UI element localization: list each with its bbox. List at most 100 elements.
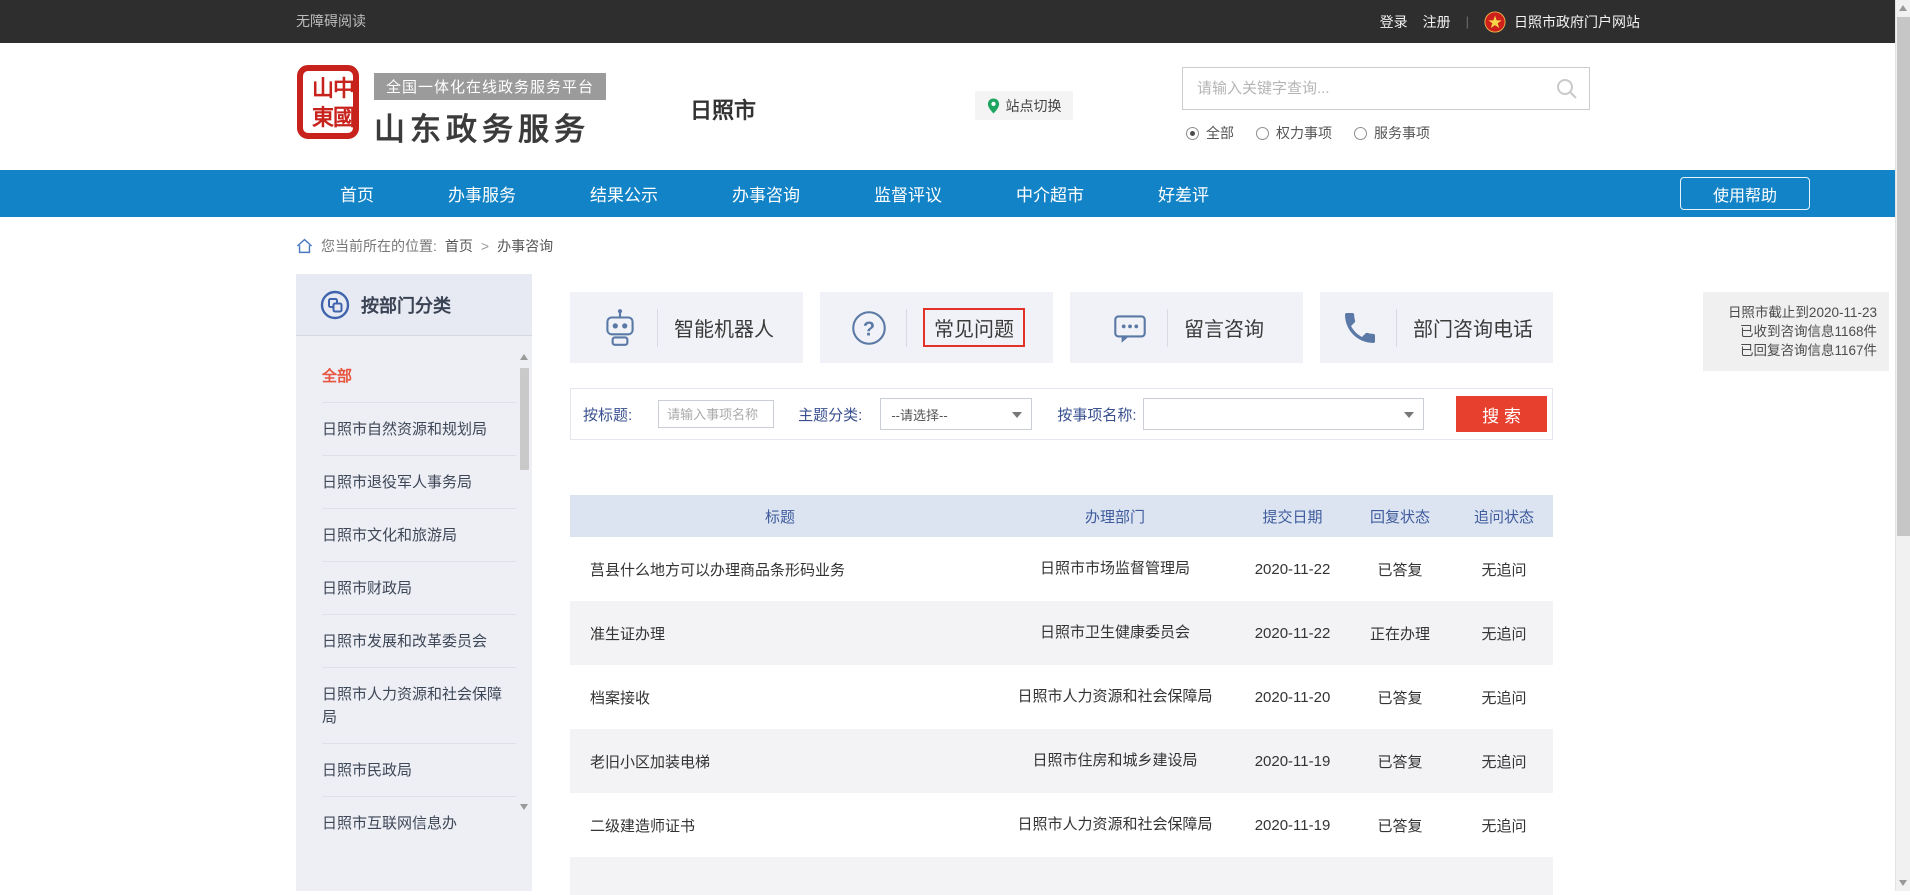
login-link[interactable]: 登录	[1380, 12, 1408, 32]
sidebar-scrollbar[interactable]	[520, 352, 529, 822]
page-scrollbar[interactable]	[1895, 0, 1910, 891]
table-row[interactable]: 档案接收日照市人力资源和社会保障局2020-11-20已答复无追问	[570, 665, 1553, 729]
sidebar-title: 按部门分类	[361, 292, 451, 318]
svg-text:中: 中	[333, 76, 355, 101]
cell-title[interactable]: 准生证办理	[570, 601, 990, 665]
sidebar-item[interactable]: 日照市互联网信息办	[322, 797, 532, 850]
scroll-up-icon[interactable]	[520, 354, 528, 360]
scope-label: 权力事项	[1276, 123, 1332, 143]
tab-label: 智能机器人	[674, 313, 774, 342]
item-name-select[interactable]	[1143, 398, 1424, 430]
topic-select-value: --请选择--	[891, 405, 947, 424]
sidebar-header: 按部门分类	[296, 274, 532, 336]
tab-phone-consult[interactable]: 部门咨询电话	[1320, 292, 1553, 363]
sidebar-item[interactable]: 日照市退役军人事务局	[322, 456, 532, 509]
nav-item[interactable]: 首页	[340, 181, 374, 206]
sidebar-item[interactable]: 日照市民政局	[322, 744, 532, 797]
nav-item[interactable]: 监督评议	[874, 181, 942, 206]
radio-icon[interactable]	[1186, 127, 1199, 140]
site-switch-button[interactable]: 站点切换	[975, 91, 1073, 120]
department-list: 全部日照市自然资源和规划局日照市退役军人事务局日照市文化和旅游局日照市财政局日照…	[296, 336, 532, 850]
svg-text:?: ?	[863, 318, 875, 340]
brand-title: 山东政务服务	[374, 104, 606, 149]
sidebar-item[interactable]: 日照市自然资源和规划局	[322, 403, 532, 456]
table-row-partial	[570, 857, 1553, 895]
topic-select[interactable]: --请选择--	[880, 398, 1032, 430]
scroll-up-icon[interactable]	[1899, 5, 1907, 11]
search-scope[interactable]: 权力事项	[1256, 123, 1332, 143]
city-name: 日照市	[690, 93, 756, 125]
cell-title[interactable]: 档案接收	[570, 665, 990, 729]
radio-icon[interactable]	[1354, 127, 1367, 140]
help-button[interactable]: 使用帮助	[1680, 177, 1810, 210]
search-icon[interactable]	[1555, 77, 1579, 101]
cell-follow-status: 无追问	[1455, 601, 1553, 665]
cell-date: 2020-11-20	[1240, 665, 1345, 729]
col-department: 办理部门	[990, 495, 1240, 537]
tab-smart-robot[interactable]: 智能机器人	[570, 292, 803, 363]
accessibility-link[interactable]: 无障碍阅读	[296, 0, 366, 43]
filter-title-input[interactable]	[658, 400, 774, 428]
location-pin-icon	[987, 98, 1000, 114]
cell-reply-status: 已答复	[1345, 665, 1455, 729]
stats-line: 已回复咨询信息1167件	[1715, 341, 1877, 360]
department-sidebar: 按部门分类 全部日照市自然资源和规划局日照市退役军人事务局日照市文化和旅游局日照…	[296, 274, 532, 891]
nav-item[interactable]: 办事服务	[448, 181, 516, 206]
col-follow-status: 追问状态	[1455, 495, 1553, 537]
sidebar-item[interactable]: 日照市财政局	[322, 562, 532, 615]
table-row[interactable]: 二级建造师证书日照市人力资源和社会保障局2020-11-19已答复无追问	[570, 793, 1553, 857]
breadcrumb-current[interactable]: 办事咨询	[497, 236, 553, 256]
cell-department: 日照市市场监督管理局	[990, 537, 1240, 601]
nav-item[interactable]: 中介超市	[1016, 181, 1084, 206]
cell-title[interactable]: 老旧小区加装电梯	[570, 729, 990, 793]
consult-tabs: 智能机器人 ? 常见问题 留言咨询	[570, 292, 1553, 363]
category-icon	[320, 290, 350, 320]
cell-title[interactable]: 莒县什么地方可以办理商品条形码业务	[570, 537, 990, 601]
svg-text:東: 東	[312, 105, 334, 130]
search-button[interactable]: 搜 索	[1456, 396, 1547, 432]
platform-tagline: 全国一体化在线政务服务平台	[374, 73, 606, 100]
table-row[interactable]: 老旧小区加装电梯日照市住房和城乡建设局2020-11-19已答复无追问	[570, 729, 1553, 793]
sidebar-item[interactable]: 全部	[322, 350, 532, 403]
cell-department: 日照市住房和城乡建设局	[990, 729, 1240, 793]
national-emblem-icon	[1484, 11, 1506, 33]
sidebar-item[interactable]: 日照市人力资源和社会保障局	[322, 668, 532, 744]
sidebar-scroll-thumb[interactable]	[520, 368, 529, 470]
robot-icon	[599, 307, 641, 349]
portal-name: 日照市政府门户网站	[1514, 12, 1640, 32]
breadcrumb-home[interactable]: 首页	[445, 236, 473, 256]
scope-label: 服务事项	[1374, 123, 1430, 143]
cell-title[interactable]: 二级建造师证书	[570, 793, 990, 857]
site-logo[interactable]: 山 中 東 國 全国一体化在线政务服务平台 山东政务服务	[296, 63, 606, 149]
table-header-row: 标题 办理部门 提交日期 回复状态 追问状态	[570, 495, 1553, 537]
portal-link[interactable]: 日照市政府门户网站	[1484, 11, 1640, 33]
nav-item[interactable]: 办事咨询	[732, 181, 800, 206]
nav-item[interactable]: 结果公示	[590, 181, 658, 206]
table-row[interactable]: 莒县什么地方可以办理商品条形码业务日照市市场监督管理局2020-11-22已答复…	[570, 537, 1553, 601]
cell-date: 2020-11-22	[1240, 537, 1345, 601]
sidebar-item[interactable]: 日照市发展和改革委员会	[322, 615, 532, 668]
site-switch-label: 站点切换	[1006, 96, 1062, 116]
register-link[interactable]: 注册	[1423, 12, 1451, 32]
keyword-search-input[interactable]	[1183, 68, 1523, 109]
card-divider	[657, 309, 658, 347]
shandong-seal-icon: 山 中 東 國	[296, 63, 360, 141]
search-scope[interactable]: 服务事项	[1354, 123, 1430, 143]
tab-message-consult[interactable]: 留言咨询	[1070, 292, 1303, 363]
nav-item[interactable]: 好差评	[1158, 181, 1209, 206]
nav-items: 首页 办事服务 结果公示 办事咨询 监督评议 中介超市 好差评	[340, 170, 1209, 217]
breadcrumb-separator: >	[481, 238, 489, 254]
radio-icon[interactable]	[1256, 127, 1269, 140]
scroll-down-icon[interactable]	[520, 804, 528, 810]
filter-title-label: 按标题:	[583, 404, 632, 425]
stats-line: 日照市截止到2020-11-23	[1715, 303, 1877, 322]
table-row[interactable]: 准生证办理日照市卫生健康委员会2020-11-22正在办理无追问	[570, 601, 1553, 665]
sidebar-item[interactable]: 日照市文化和旅游局	[322, 509, 532, 562]
search-scope[interactable]: 全部	[1186, 123, 1234, 143]
scroll-down-icon[interactable]	[1899, 880, 1907, 886]
col-date: 提交日期	[1240, 495, 1345, 537]
svg-text:國: 國	[333, 105, 355, 130]
chevron-down-icon	[1404, 412, 1414, 418]
tab-faq[interactable]: ? 常见问题	[820, 292, 1053, 363]
page-scroll-thumb[interactable]	[1897, 17, 1910, 536]
